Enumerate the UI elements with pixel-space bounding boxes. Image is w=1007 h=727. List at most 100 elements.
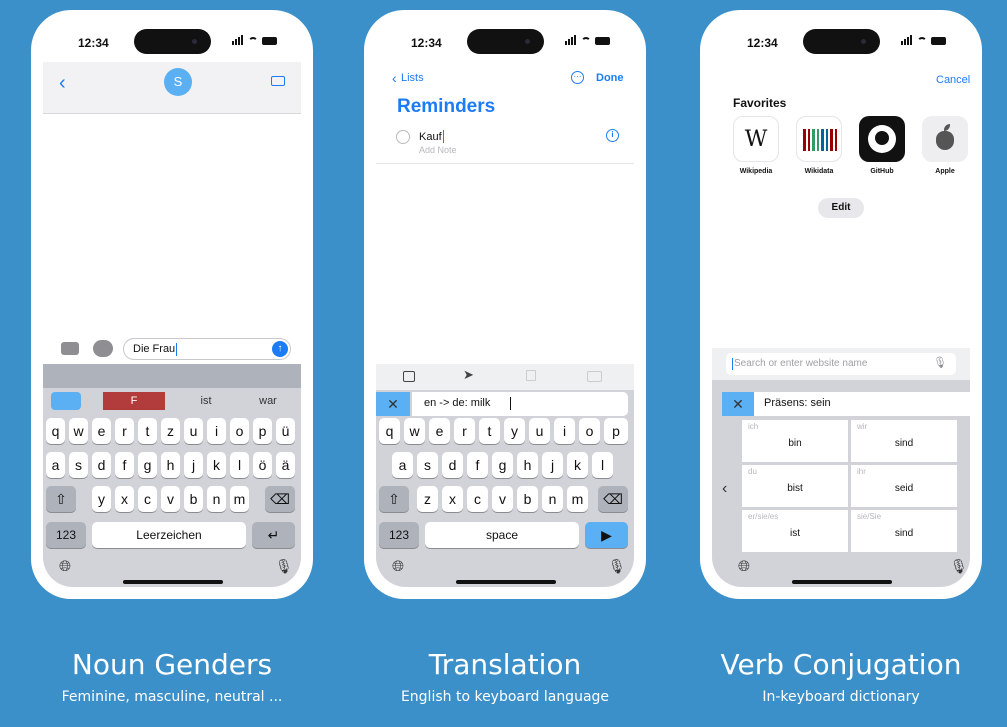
location-icon[interactable]: ➤ bbox=[463, 367, 474, 383]
globe-icon[interactable]: 🌐︎ bbox=[738, 558, 750, 575]
key-w[interactable]: w bbox=[69, 418, 88, 444]
numbers-key[interactable]: 123 bbox=[46, 522, 86, 548]
key-l[interactable]: l bbox=[592, 452, 613, 478]
key-y[interactable]: y bbox=[92, 486, 111, 512]
close-command-icon[interactable]: ✕ bbox=[722, 392, 754, 416]
microphone-icon[interactable]: 🎙︎ bbox=[933, 356, 947, 369]
conjugation-cell[interactable]: er/sie/es ist bbox=[742, 510, 848, 552]
conjugation-cell[interactable]: du bist bbox=[742, 465, 848, 507]
command-input[interactable]: en -> de: milk bbox=[412, 392, 628, 416]
key-x[interactable]: x bbox=[442, 486, 463, 512]
previous-tense-icon[interactable]: ‹ bbox=[722, 480, 727, 498]
info-icon[interactable]: i bbox=[606, 129, 619, 142]
favorite-wikipedia[interactable]: W Wikipedia bbox=[733, 116, 781, 176]
keyboard-menu-icon[interactable] bbox=[51, 392, 81, 410]
favorite-github[interactable]: GitHub bbox=[859, 116, 907, 176]
globe-icon[interactable]: 🌐︎ bbox=[59, 558, 71, 575]
video-call-icon[interactable] bbox=[271, 76, 285, 86]
suggestion-gender[interactable]: F bbox=[103, 392, 165, 410]
key-j[interactable]: j bbox=[184, 452, 203, 478]
key-h[interactable]: h bbox=[517, 452, 538, 478]
key-h[interactable]: h bbox=[161, 452, 180, 478]
key-p[interactable]: p bbox=[604, 418, 628, 444]
message-input[interactable]: Die Frau ↑ bbox=[123, 338, 291, 360]
lists-back-button[interactable]: Lists bbox=[401, 72, 424, 84]
key-g[interactable]: g bbox=[138, 452, 157, 478]
key-ue[interactable]: ü bbox=[276, 418, 295, 444]
key-k[interactable]: k bbox=[567, 452, 588, 478]
key-x[interactable]: x bbox=[115, 486, 134, 512]
microphone-icon[interactable]: 🎙︎ bbox=[950, 558, 968, 575]
suggestion-3[interactable]: war bbox=[243, 392, 293, 410]
conjugation-cell[interactable]: ich bin bbox=[742, 420, 848, 462]
reminder-note[interactable]: Add Note bbox=[419, 145, 457, 155]
key-z[interactable]: z bbox=[161, 418, 180, 444]
key-u[interactable]: u bbox=[529, 418, 550, 444]
backspace-key[interactable]: ⌫ bbox=[265, 486, 295, 512]
key-b[interactable]: b bbox=[517, 486, 538, 512]
key-r[interactable]: r bbox=[454, 418, 475, 444]
reminder-checkbox[interactable] bbox=[396, 130, 410, 144]
edit-button[interactable]: Edit bbox=[818, 198, 864, 218]
key-e[interactable]: e bbox=[429, 418, 450, 444]
space-key[interactable]: Leerzeichen bbox=[92, 522, 246, 548]
key-l[interactable]: l bbox=[230, 452, 249, 478]
space-key[interactable]: space bbox=[425, 522, 579, 548]
key-n[interactable]: n bbox=[542, 486, 563, 512]
key-z[interactable]: z bbox=[417, 486, 438, 512]
key-s[interactable]: s bbox=[69, 452, 88, 478]
reminder-text[interactable]: Kauf bbox=[419, 131, 442, 143]
key-c[interactable]: c bbox=[138, 486, 157, 512]
key-s[interactable]: s bbox=[417, 452, 438, 478]
key-o[interactable]: o bbox=[579, 418, 600, 444]
reminder-item[interactable]: Kauf Add Note i bbox=[376, 126, 634, 164]
app-store-icon[interactable] bbox=[93, 340, 113, 357]
shift-key[interactable]: ⇧ bbox=[46, 486, 76, 512]
address-bar[interactable]: Search or enter website name 🎙︎ bbox=[726, 353, 956, 375]
key-oe[interactable]: ö bbox=[253, 452, 272, 478]
numbers-key[interactable]: 123 bbox=[379, 522, 419, 548]
key-v[interactable]: v bbox=[492, 486, 513, 512]
key-f[interactable]: f bbox=[115, 452, 134, 478]
key-t[interactable]: t bbox=[479, 418, 500, 444]
translate-run-key[interactable]: ▶ bbox=[585, 522, 628, 548]
key-p[interactable]: p bbox=[253, 418, 272, 444]
key-r[interactable]: r bbox=[115, 418, 134, 444]
key-q[interactable]: q bbox=[379, 418, 400, 444]
key-c[interactable]: c bbox=[467, 486, 488, 512]
conjugation-cell[interactable]: ihr seid bbox=[851, 465, 957, 507]
key-i[interactable]: i bbox=[207, 418, 226, 444]
key-g[interactable]: g bbox=[492, 452, 513, 478]
cancel-button[interactable]: Cancel bbox=[936, 74, 970, 86]
key-i[interactable]: i bbox=[554, 418, 575, 444]
camera-icon[interactable] bbox=[587, 371, 602, 382]
close-command-icon[interactable]: ✕ bbox=[376, 392, 410, 416]
calendar-icon[interactable] bbox=[403, 371, 415, 382]
key-f[interactable]: f bbox=[467, 452, 488, 478]
key-a[interactable]: a bbox=[46, 452, 65, 478]
key-t[interactable]: t bbox=[138, 418, 157, 444]
key-a[interactable]: a bbox=[392, 452, 413, 478]
done-button[interactable]: Done bbox=[596, 72, 624, 84]
globe-icon[interactable]: 🌐︎ bbox=[392, 558, 404, 575]
microphone-icon[interactable]: 🎙︎ bbox=[275, 558, 293, 575]
key-ae[interactable]: ä bbox=[276, 452, 295, 478]
key-w[interactable]: w bbox=[404, 418, 425, 444]
shift-key[interactable]: ⇧ bbox=[379, 486, 409, 512]
key-m[interactable]: m bbox=[230, 486, 249, 512]
key-o[interactable]: o bbox=[230, 418, 249, 444]
favorite-apple[interactable]: Apple bbox=[922, 116, 970, 176]
conjugation-cell[interactable]: wir sind bbox=[851, 420, 957, 462]
contact-avatar[interactable]: S bbox=[164, 68, 192, 96]
back-chevron-icon[interactable]: ‹ bbox=[392, 70, 397, 86]
backspace-key[interactable]: ⌫ bbox=[598, 486, 628, 512]
return-key[interactable]: ↵ bbox=[252, 522, 295, 548]
key-j[interactable]: j bbox=[542, 452, 563, 478]
key-d[interactable]: d bbox=[442, 452, 463, 478]
key-v[interactable]: v bbox=[161, 486, 180, 512]
key-b[interactable]: b bbox=[184, 486, 203, 512]
send-icon[interactable]: ↑ bbox=[272, 341, 288, 357]
key-e[interactable]: e bbox=[92, 418, 111, 444]
key-u[interactable]: u bbox=[184, 418, 203, 444]
key-k[interactable]: k bbox=[207, 452, 226, 478]
